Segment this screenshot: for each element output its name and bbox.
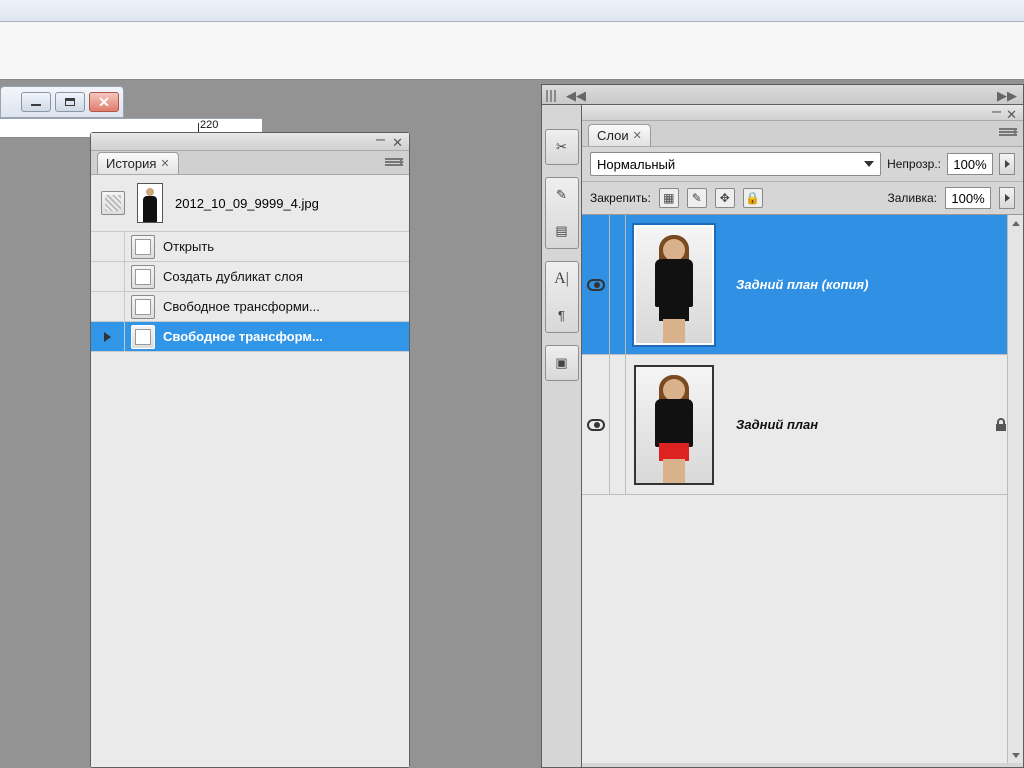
history-state-icon: [131, 235, 155, 259]
history-state-icon: [131, 325, 155, 349]
snapshot-filename: 2012_10_09_9999_4.jpg: [175, 196, 319, 211]
layer-thumbnail[interactable]: [634, 225, 714, 345]
options-bar-area: [0, 22, 1024, 80]
layer-visibility-toggle[interactable]: [582, 355, 610, 494]
blend-mode-row: Нормальный Непрозр.: 100%: [582, 147, 1023, 182]
history-state-row[interactable]: Открыть: [91, 232, 409, 262]
layer-list: Задний план (копия) Задний план: [582, 215, 1023, 763]
window-maximize-button[interactable]: [55, 92, 85, 112]
layer-list-scrollbar[interactable]: [1007, 215, 1023, 763]
history-panel: – ✕ История ✕ 2012_10_09_9999_4.jpg Откр…: [90, 132, 410, 768]
dock-nav-right[interactable]: ▶▶: [997, 88, 1017, 104]
ruler-label: 220: [200, 119, 218, 131]
lock-image-icon[interactable]: ✎: [687, 188, 707, 208]
history-tab[interactable]: История ✕: [97, 152, 179, 174]
panel-menu-icon[interactable]: [385, 157, 403, 169]
dock-header[interactable]: ◀◀ ▶▶: [541, 84, 1024, 106]
chevron-down-icon: [864, 161, 874, 167]
history-snapshot-row[interactable]: 2012_10_09_9999_4.jpg: [91, 175, 409, 232]
tools-icon[interactable]: ✂︎: [549, 134, 575, 160]
tab-close-icon[interactable]: ✕: [160, 157, 169, 170]
history-state-label: Создать дубликат слоя: [163, 269, 303, 284]
history-state-label: Свободное трансформ...: [163, 329, 323, 344]
layer-comps-icon[interactable]: ▣: [549, 350, 575, 376]
app-menubar: [0, 0, 1024, 22]
eye-icon: [587, 279, 605, 291]
scroll-down-button[interactable]: [1008, 747, 1023, 763]
eye-icon: [587, 419, 605, 431]
layers-tabbar: Слои ✕: [582, 121, 1023, 147]
layer-row[interactable]: Задний план: [582, 355, 1023, 495]
history-state-row[interactable]: Свободное трансформ...: [91, 322, 409, 352]
opacity-flyout-button[interactable]: [999, 153, 1015, 175]
blend-mode-value: Нормальный: [597, 157, 675, 172]
opacity-input[interactable]: 100%: [947, 153, 993, 175]
layer-link-gutter[interactable]: [610, 355, 626, 494]
window-minimize-button[interactable]: [21, 92, 51, 112]
layers-tab[interactable]: Слои ✕: [588, 124, 651, 146]
layer-row[interactable]: Задний план (копия): [582, 215, 1023, 355]
layer-visibility-toggle[interactable]: [582, 215, 610, 354]
paragraph-icon[interactable]: ¶: [549, 302, 575, 328]
scroll-up-button[interactable]: [1008, 215, 1023, 231]
lock-label: Закрепить:: [590, 191, 651, 205]
layers-panel: – ✕ Слои ✕ Нормальный Непрозр.: 100% Зак…: [581, 104, 1024, 768]
history-tab-label: История: [106, 156, 156, 171]
history-state-row[interactable]: Создать дубликат слоя: [91, 262, 409, 292]
right-dock: ✂︎ ✎ ▤ A| ¶ ▣ – ✕ Слои ✕ Нормальный: [541, 104, 1024, 768]
history-state-label: Свободное трансформи...: [163, 299, 320, 314]
layers-tab-label: Слои: [597, 128, 629, 143]
blend-mode-select[interactable]: Нормальный: [590, 152, 881, 176]
window-close-button[interactable]: ✕: [89, 92, 119, 112]
tab-close-icon[interactable]: ✕: [633, 129, 642, 142]
fill-label: Заливка:: [887, 191, 937, 205]
history-state-gutter: [91, 262, 125, 291]
history-panel-header[interactable]: – ✕: [91, 133, 409, 151]
history-state-icon: [131, 295, 155, 319]
opacity-value: 100%: [953, 157, 986, 172]
lock-position-icon[interactable]: ✥: [715, 188, 735, 208]
snapshot-icon: [101, 191, 125, 215]
layers-panel-header[interactable]: – ✕: [582, 105, 1023, 121]
panel-close-icon[interactable]: ✕: [392, 135, 403, 151]
layer-link-gutter[interactable]: [610, 215, 626, 354]
document-window-controls: ✕: [0, 86, 124, 118]
fill-value: 100%: [951, 191, 984, 206]
history-tabbar: История ✕: [91, 151, 409, 175]
layer-name[interactable]: Задний план (копия): [736, 277, 868, 292]
panel-menu-icon[interactable]: [999, 127, 1017, 139]
history-state-gutter: [91, 292, 125, 321]
character-icon[interactable]: A|: [549, 266, 575, 292]
history-state-icon: [131, 265, 155, 289]
swatches-icon[interactable]: ▤: [549, 218, 575, 244]
fill-input[interactable]: 100%: [945, 187, 991, 209]
lock-row: Закрепить: ▦ ✎ ✥ 🔒 Заливка: 100%: [582, 182, 1023, 215]
fill-flyout-button[interactable]: [999, 187, 1015, 209]
panel-minimize-icon[interactable]: –: [376, 135, 385, 145]
panel-minimize-icon[interactable]: –: [992, 107, 1001, 117]
lock-transparent-icon[interactable]: ▦: [659, 188, 679, 208]
layer-thumbnail[interactable]: [634, 365, 714, 485]
opacity-label: Непрозр.:: [887, 157, 941, 171]
brushes-icon[interactable]: ✎: [549, 182, 575, 208]
lock-all-icon[interactable]: 🔒: [743, 188, 763, 208]
history-body: 2012_10_09_9999_4.jpg Открыть Создать ду…: [91, 175, 409, 767]
history-state-gutter: [91, 232, 125, 261]
dock-nav-left[interactable]: ◀◀: [566, 88, 586, 104]
dock-grip-icon[interactable]: [542, 90, 562, 102]
history-state-label: Открыть: [163, 239, 214, 254]
history-state-current-marker: [91, 322, 125, 351]
dock-icon-rail: ✂︎ ✎ ▤ A| ¶ ▣: [541, 104, 581, 768]
layer-name[interactable]: Задний план: [736, 417, 818, 432]
snapshot-thumbnail: [137, 183, 163, 223]
history-state-row[interactable]: Свободное трансформи...: [91, 292, 409, 322]
